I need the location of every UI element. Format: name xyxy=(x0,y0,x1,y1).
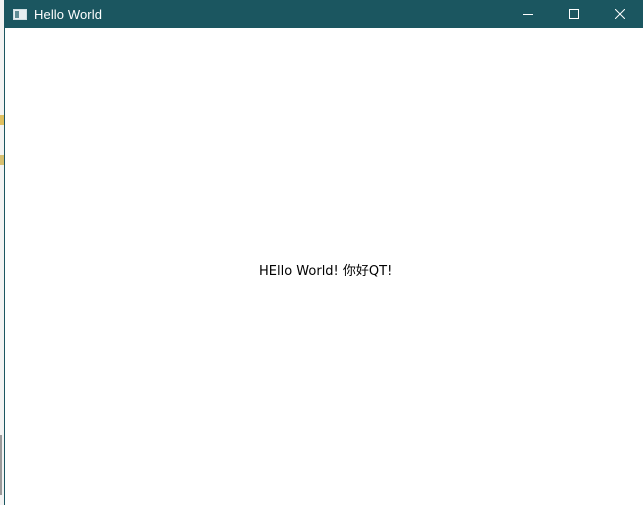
main-window: Hello World HEllo World! 你好QT! xyxy=(4,0,643,505)
hello-label: HEllo World! 你好QT! xyxy=(259,264,393,279)
close-icon xyxy=(615,9,625,19)
minimize-button[interactable] xyxy=(505,0,551,28)
close-button[interactable] xyxy=(597,0,643,28)
window-controls xyxy=(505,0,643,28)
window-client-area: HEllo World! 你好QT! xyxy=(5,28,643,505)
title-bar[interactable]: Hello World xyxy=(5,0,643,28)
maximize-button[interactable] xyxy=(551,0,597,28)
minimize-icon xyxy=(523,14,533,15)
window-title: Hello World xyxy=(34,6,103,22)
app-window-icon xyxy=(13,8,27,20)
maximize-icon xyxy=(569,9,579,19)
desktop-item-sliver xyxy=(0,435,2,495)
